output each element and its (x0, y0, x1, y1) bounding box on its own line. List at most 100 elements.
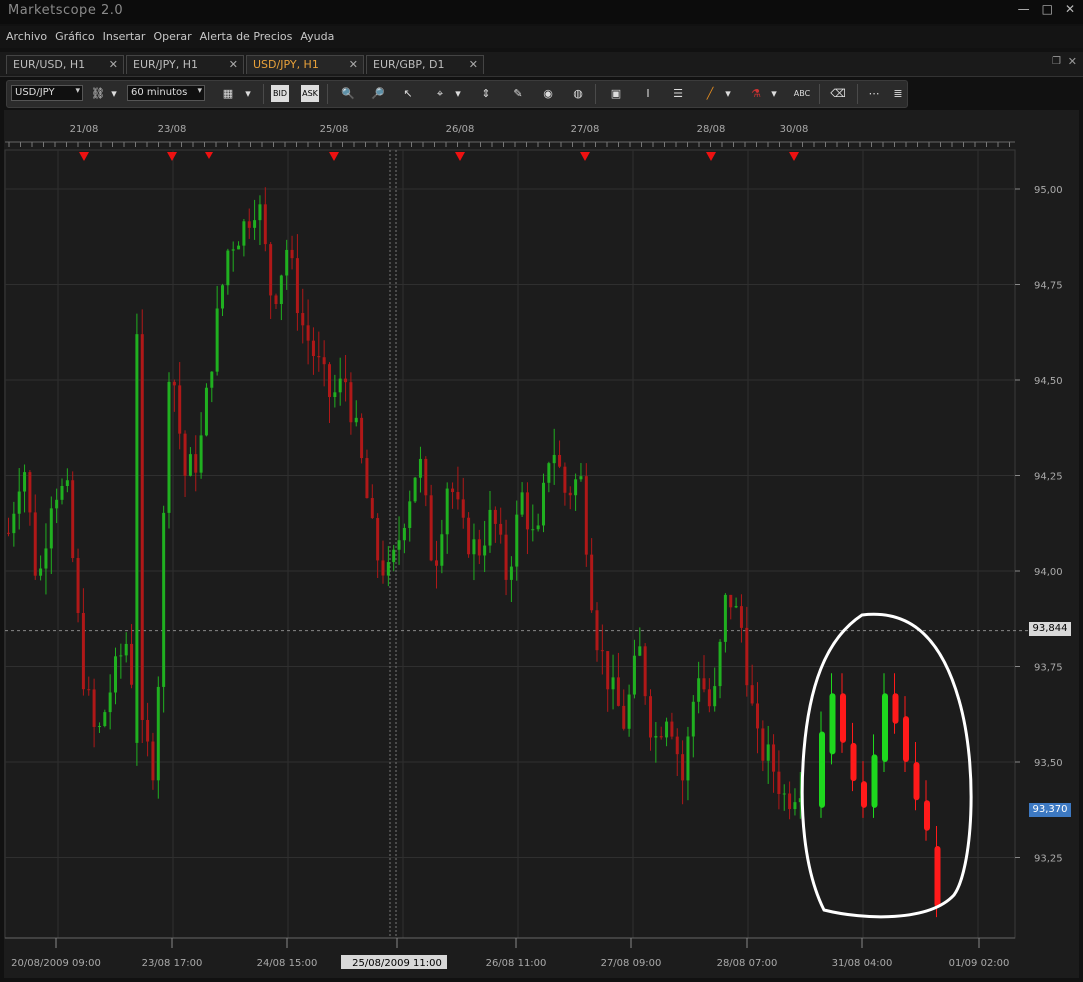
candle-body (365, 458, 369, 499)
current-price-label: 93,844 (1029, 622, 1071, 636)
timeframe-select[interactable]: 60 minutos ▾ (127, 85, 205, 101)
menu-insertar[interactable]: Insertar (103, 30, 146, 43)
candle-body (210, 371, 214, 388)
picture-icon[interactable]: ▣ (607, 85, 625, 102)
y-tick-label: 94,50 (1034, 376, 1063, 387)
tab-close-icon[interactable]: ✕ (469, 58, 478, 71)
candle-body (654, 736, 658, 738)
candle-body (156, 686, 160, 781)
top-date-label: 28/08 (697, 124, 726, 135)
app-title: Marketscope 2.0 (8, 3, 124, 18)
candle-body (456, 492, 460, 500)
tab-close-icon[interactable]: ✕ (349, 58, 358, 71)
candle-body (338, 378, 342, 393)
panel-close-icon[interactable]: ✕ (1068, 55, 1077, 68)
chevron-down-icon[interactable]: ▾ (453, 85, 463, 102)
candle-body (558, 454, 562, 467)
tab-close-icon[interactable]: ✕ (229, 58, 238, 71)
candle-body (493, 509, 497, 524)
candle-body (440, 534, 444, 566)
menu-operar[interactable]: Operar (153, 30, 191, 43)
drawn-candle-body (829, 693, 836, 755)
candle-body (285, 249, 289, 276)
candle-body (402, 527, 406, 541)
data-window-icon[interactable]: ☰ (669, 85, 687, 102)
candle-body (381, 560, 385, 576)
eye-icon[interactable]: ◉ (539, 85, 557, 102)
candle-body (595, 610, 599, 651)
link-icon[interactable]: ⛓ (89, 85, 107, 102)
drawn-candle-body (861, 781, 867, 808)
cursor-line-icon[interactable]: ⇕ (477, 85, 495, 102)
candle-body (552, 454, 556, 464)
notes-icon[interactable]: ✎ (509, 85, 527, 102)
grid-icon[interactable]: ⋯ (865, 85, 883, 102)
price-chart[interactable]: 95,00 94,75 94,50 94,25 94,00 93,75 93,50 93,25… (4, 110, 1079, 978)
abc-icon[interactable]: ABC (793, 85, 811, 102)
text-icon[interactable]: I (639, 85, 657, 102)
menu-archivo[interactable]: Archivo (6, 30, 47, 43)
zoom-in-icon[interactable]: 🔍 (339, 85, 357, 102)
chevron-down-icon[interactable]: ▾ (243, 85, 253, 102)
candle-body (745, 627, 749, 686)
candle-body (467, 517, 471, 555)
top-date-label: 23/08 (158, 124, 187, 135)
candle-body (766, 744, 770, 761)
candle-body (204, 387, 208, 436)
tab-eurgbp[interactable]: EUR/GBP, D1 ✕ (366, 55, 484, 74)
globe-icon[interactable]: ◍ (569, 85, 587, 102)
top-date-label: 25/08 (320, 124, 349, 135)
candle-body (23, 472, 27, 492)
top-date-label: 30/08 (780, 124, 809, 135)
close-icon[interactable]: ✕ (1065, 2, 1075, 16)
pencil-icon[interactable]: ╱ (701, 85, 719, 102)
properties-icon[interactable]: ≣ (889, 85, 907, 102)
candle-body (638, 646, 642, 656)
eraser-icon[interactable]: ⌫ (829, 85, 847, 102)
chevron-down-icon[interactable]: ▾ (109, 85, 119, 102)
bid-icon[interactable]: BID (271, 85, 289, 102)
chevron-down-icon[interactable]: ▾ (723, 85, 733, 102)
candle-body (756, 703, 759, 729)
candle-body (424, 458, 428, 496)
ask-icon[interactable]: ASK (301, 85, 319, 102)
ask-label: ASK (302, 89, 318, 98)
candle-body (509, 566, 513, 580)
chart-type-icon[interactable]: ▦ (219, 85, 237, 102)
candle-body (215, 308, 219, 372)
restore-icon[interactable]: ❐ (1052, 56, 1061, 67)
chart-area[interactable]: 95,00 94,75 94,50 94,25 94,00 93,75 93,50 93,25… (4, 110, 1079, 978)
menu-ayuda[interactable]: Ayuda (300, 30, 334, 43)
candle-body (247, 221, 251, 228)
crosshair-icon[interactable]: ⌖ (431, 85, 449, 102)
candle-body (226, 250, 230, 286)
bottom-date-label: 20/08/2009 09:00 (11, 958, 101, 969)
candle-body (140, 334, 144, 720)
candle-body (504, 534, 508, 580)
y-tick-label: 94,25 (1034, 472, 1063, 483)
tab-eurusd[interactable]: EUR/USD, H1 ✕ (6, 55, 124, 74)
tab-eurjpy[interactable]: EUR/JPY, H1 ✕ (126, 55, 244, 74)
candle-body (124, 643, 128, 656)
tab-usdjpy[interactable]: USD/JPY, H1 ✕ (246, 55, 364, 74)
chevron-down-icon: ▾ (197, 86, 202, 96)
candle-body (135, 334, 139, 743)
menu-grafico[interactable]: Gráfico (55, 30, 95, 43)
tab-close-icon[interactable]: ✕ (109, 58, 118, 71)
candle-body (445, 488, 449, 535)
menu-alerta-precios[interactable]: Alerta de Precios (200, 30, 293, 43)
cursor-icon[interactable]: ↖ (399, 85, 417, 102)
bottom-date-label: 24/08 15:00 (257, 958, 318, 969)
minimize-icon[interactable]: — (1018, 2, 1030, 16)
maximize-icon[interactable]: □ (1042, 2, 1053, 16)
candle-body (547, 463, 551, 483)
zoom-out-icon[interactable]: 🔎 (369, 85, 387, 102)
instrument-select[interactable]: USD/JPY ▾ (11, 85, 83, 101)
indicator-icon[interactable]: ⚗ (747, 85, 765, 102)
candle-body (33, 512, 37, 576)
bottom-date-label: 23/08 17:00 (142, 958, 203, 969)
y-tick-label: 95,00 (1034, 185, 1063, 196)
candle-body (702, 678, 706, 690)
chevron-down-icon[interactable]: ▾ (769, 85, 779, 102)
candle-body (515, 514, 519, 567)
